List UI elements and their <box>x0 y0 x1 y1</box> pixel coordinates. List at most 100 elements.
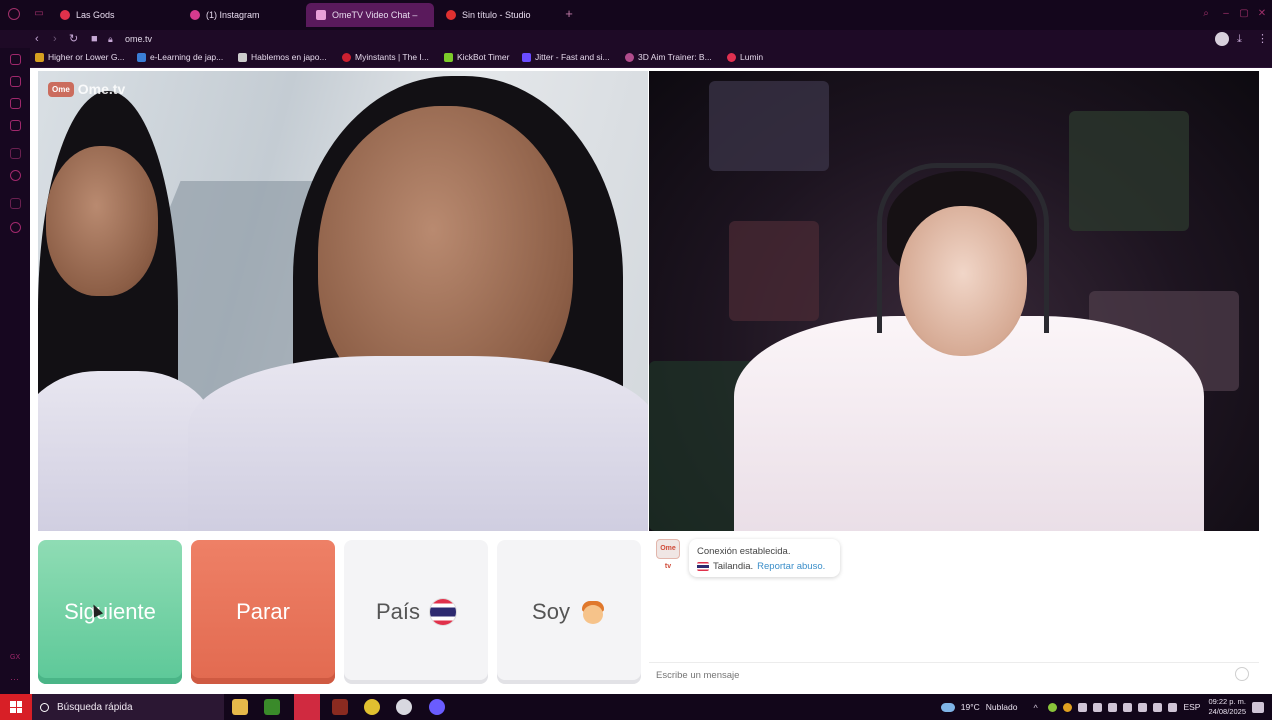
forward-icon[interactable]: › <box>53 32 57 46</box>
tab-label: OmeTV Video Chat – <box>332 10 418 20</box>
tray-app-icon[interactable] <box>1108 702 1118 712</box>
sidebar-history-icon[interactable] <box>10 76 21 87</box>
minecraft-icon[interactable] <box>264 699 280 715</box>
bookmark-item[interactable]: Jitter - Fast and si... <box>522 52 610 62</box>
bookmark-icon <box>727 52 736 62</box>
opera-gx-icon[interactable] <box>294 694 320 720</box>
next-button[interactable]: Siguiente <box>38 540 182 684</box>
menu-icon[interactable]: ⋮ <box>1257 32 1268 46</box>
bookmark-item[interactable]: Lumin <box>727 52 763 62</box>
bookmark-label: Higher or Lower G... <box>48 52 125 62</box>
camera-icon: ■ <box>91 33 98 45</box>
bookmark-item[interactable]: e-Learning de jap... <box>137 52 223 62</box>
tab-label: (1) Instagram <box>206 10 260 20</box>
temperature: 19°C <box>960 702 980 712</box>
taskbar: Búsqueda rápida 19°C Nublado ^ ESP 09:22… <box>0 694 1272 720</box>
bookmark-icon <box>35 52 44 62</box>
tab-ometv[interactable]: OmeTV Video Chat – <box>306 3 434 27</box>
discord-icon[interactable] <box>429 699 445 715</box>
back-icon[interactable]: ‹ <box>35 32 39 46</box>
search-label: Búsqueda rápida <box>57 701 133 713</box>
bookmark-label: Jitter - Fast and si... <box>535 52 610 62</box>
tab-las-gods[interactable]: Las Gods <box>50 3 178 27</box>
obs-icon[interactable] <box>396 699 412 715</box>
country-button[interactable]: País <box>344 540 488 684</box>
bookmark-icon <box>238 52 247 62</box>
lock-icon[interactable]: 🔒︎ <box>108 32 113 46</box>
chat-panel: Ome tv Conexión establecida. Tailandia. … <box>649 531 1259 694</box>
gender-button[interactable]: Soy <box>497 540 641 684</box>
sidebar-messenger-icon[interactable] <box>10 98 21 109</box>
chevron-up-icon[interactable]: ^ <box>1033 703 1042 713</box>
instagram-icon <box>190 10 200 20</box>
tray-app-icon[interactable] <box>1093 702 1103 712</box>
clock-time: 09:22 p. m. <box>1208 697 1246 706</box>
screen: ▭ Las Gods (1) Instagram OmeTV Video Cha… <box>0 0 1272 720</box>
browser-logo-icon[interactable] <box>8 8 20 20</box>
stop-button[interactable]: Parar <box>191 540 335 684</box>
tab-studio[interactable]: Sin título - Studio <box>436 3 560 27</box>
system-tray: 19°C Nublado ^ ESP 09:22 p. m. 24/08/202… <box>940 694 1272 720</box>
bookmark-item[interactable]: Higher or Lower G... <box>35 52 125 62</box>
tab-label: Las Gods <box>76 10 115 20</box>
stranger-video: Ome Ome.tv <box>38 71 648 531</box>
file-explorer-icon[interactable] <box>232 699 248 715</box>
wifi-icon[interactable] <box>1123 702 1133 712</box>
language-indicator[interactable]: ESP <box>1183 702 1200 712</box>
taskbar-search[interactable]: Búsqueda rápida <box>32 694 224 720</box>
message-input[interactable] <box>649 662 1259 688</box>
maximize-icon[interactable]: ▢ <box>1238 8 1250 20</box>
avatar[interactable] <box>1215 32 1229 46</box>
sidebar-settings-icon[interactable] <box>10 222 21 233</box>
sidebar-gx-icon[interactable]: GX <box>10 654 21 665</box>
sidebar-pinned-icon[interactable] <box>10 170 21 181</box>
minimize-icon[interactable]: – <box>1220 8 1232 20</box>
bookmark-item[interactable]: Myinstants | The I... <box>342 52 429 62</box>
bookmark-icon <box>522 52 531 62</box>
thailand-flag-icon <box>697 562 709 571</box>
notifications-icon[interactable] <box>1252 701 1264 713</box>
ometv-chat-avatar: Ome tv <box>656 539 680 570</box>
center-person-shirt <box>188 356 648 531</box>
boy-emoji-icon <box>580 599 606 625</box>
bookmark-label: 3D Aim Trainer: B... <box>638 52 712 62</box>
tab-instagram[interactable]: (1) Instagram <box>180 3 304 27</box>
reload-icon[interactable]: ↻ <box>69 32 78 46</box>
sidebar-home-icon[interactable] <box>10 54 21 65</box>
network-icon[interactable] <box>1168 702 1178 712</box>
app-icon[interactable] <box>364 699 380 715</box>
new-tab-button[interactable]: + <box>563 7 575 20</box>
bookmark-icon <box>137 52 146 62</box>
next-label: Siguiente <box>64 599 156 624</box>
report-abuse-link[interactable]: Reportar abuso. <box>757 559 825 574</box>
download-icon[interactable]: ⤓ <box>1237 32 1242 46</box>
tray-app-icon[interactable] <box>1063 702 1073 712</box>
sidebar-music-icon[interactable] <box>10 120 21 131</box>
tray-app-icon[interactable] <box>1078 702 1088 712</box>
ometv-favicon-icon <box>316 10 326 20</box>
workspaces-icon[interactable]: ▭ <box>33 8 45 20</box>
background-shelf <box>729 221 819 321</box>
bookmark-item[interactable]: Hablemos en japo... <box>238 52 327 62</box>
url-field[interactable]: ome.tv <box>125 32 152 46</box>
start-button[interactable] <box>0 694 32 720</box>
app-icon[interactable] <box>332 699 348 715</box>
emoji-icon[interactable] <box>1235 667 1249 681</box>
connection-message: Conexión establecida. <box>697 546 791 557</box>
microphone-icon[interactable] <box>1138 702 1148 712</box>
bookmark-item[interactable]: 3D Aim Trainer: B... <box>625 52 712 62</box>
bookmarks-bar: Higher or Lower G... e-Learning de jap..… <box>0 48 1272 68</box>
self-video <box>649 71 1259 531</box>
close-icon[interactable]: ✕ <box>1256 8 1268 20</box>
bookmark-item[interactable]: KickBot Timer <box>444 52 509 62</box>
bookmark-label: Lumin <box>740 52 764 62</box>
tray-app-icon[interactable] <box>1048 702 1058 712</box>
search-tabs-icon[interactable]: ⌕ <box>1200 8 1212 20</box>
cloud-icon <box>940 702 955 712</box>
stop-label: Parar <box>236 599 290 624</box>
sidebar-more-icon[interactable]: ··· <box>10 674 21 685</box>
bookmark-icon <box>444 52 453 62</box>
volume-icon[interactable] <box>1153 702 1163 712</box>
clock[interactable]: 09:22 p. m. 24/08/2025 <box>1208 697 1246 717</box>
country-name: Tailandia. <box>713 561 754 572</box>
